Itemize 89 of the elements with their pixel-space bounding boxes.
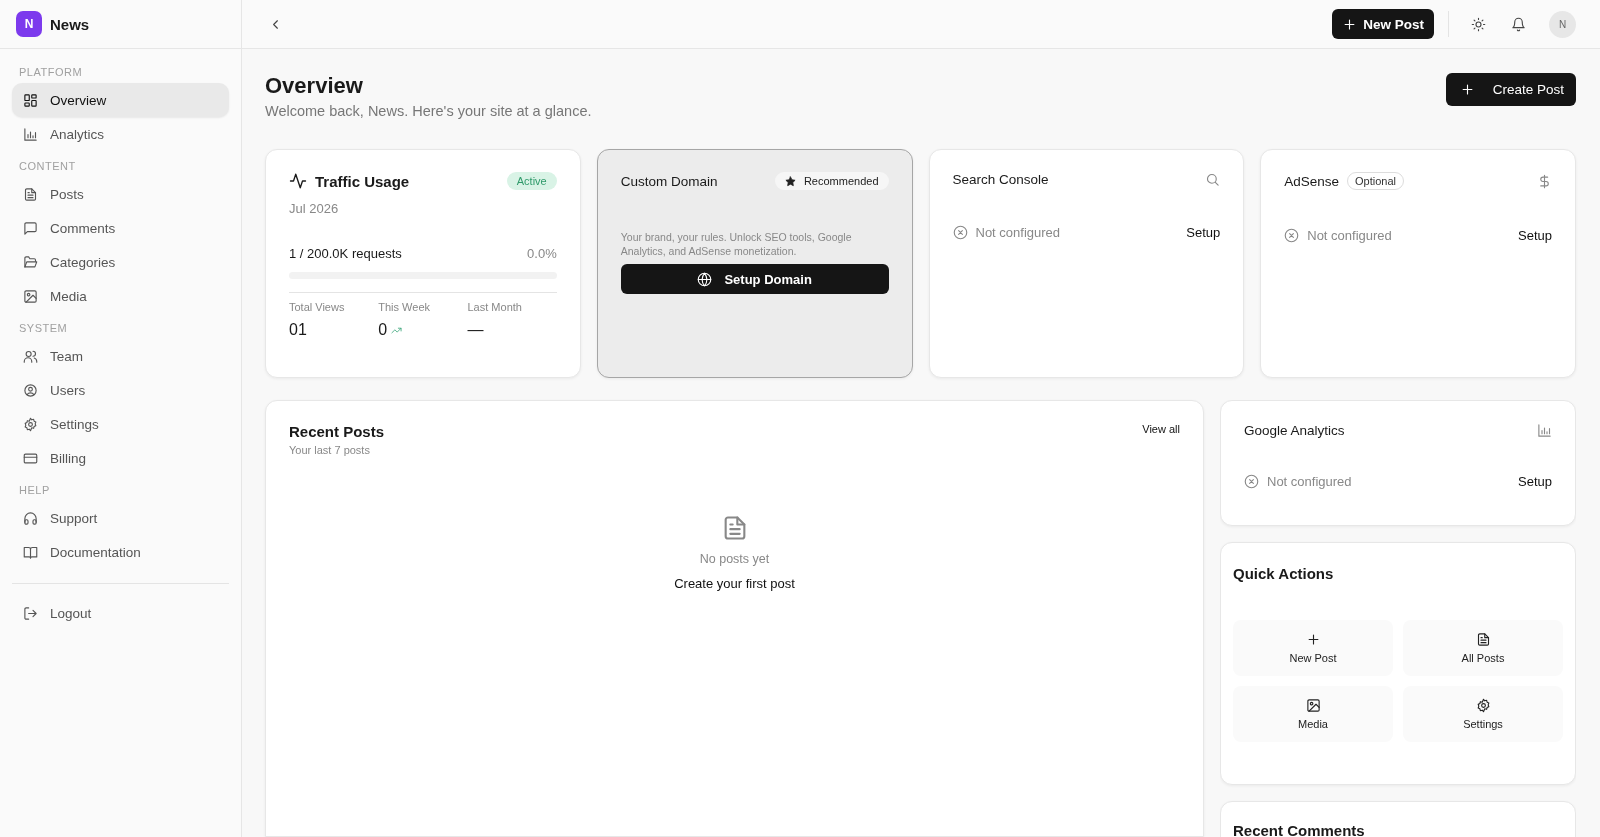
page-subtitle: Welcome back, News. Here's your site at a glance.: [265, 103, 592, 119]
section-heading: CONTENT: [18, 159, 77, 174]
status-text: Not configured: [1267, 474, 1352, 489]
sun-icon: [1470, 16, 1486, 32]
empty-message: No posts yet: [699, 552, 770, 566]
image-icon: [23, 288, 38, 304]
card-title: Google Analytics: [1244, 423, 1345, 438]
create-first-post-link[interactable]: Create your first post: [674, 576, 795, 591]
setup-button[interactable]: Setup: [1186, 225, 1221, 240]
card-title: Search Console: [952, 172, 1049, 187]
grid-icon: [23, 92, 38, 108]
chat-bubble-icon: [23, 220, 38, 236]
avatar[interactable]: N: [1549, 10, 1576, 38]
sidebar-item[interactable]: Users: [12, 373, 229, 407]
usage-percent: 0.0%: [527, 246, 557, 261]
plus-icon: [1305, 632, 1321, 647]
page-title: Overview: [265, 73, 364, 99]
x-circle-icon: [1284, 228, 1300, 243]
section-heading: SYSTEM: [18, 321, 69, 336]
quick-action-button[interactable]: Settings: [1403, 686, 1563, 742]
card-title: Custom Domain: [620, 173, 718, 189]
card-title: Recent Comments: [1233, 822, 1366, 837]
sidebar-item[interactable]: Documentation: [12, 535, 229, 569]
setup-button[interactable]: Setup: [1518, 228, 1552, 243]
stat-label: Total Views: [289, 301, 346, 313]
globe-icon: [697, 271, 713, 287]
folder-icon: [23, 254, 38, 270]
stat-value: 01: [289, 321, 307, 339]
brand-name: News: [50, 15, 90, 33]
sidebar-item[interactable]: Overview: [12, 83, 229, 117]
image-icon: [1305, 698, 1321, 713]
quick-action-button[interactable]: New Post: [1233, 620, 1393, 676]
sidebar-item[interactable]: Support: [12, 501, 229, 535]
sidebar-item[interactable]: Team: [12, 339, 229, 373]
card-title: Recent Posts: [289, 423, 385, 440]
card-subtitle: Your last 7 posts: [289, 444, 371, 456]
section-heading: PLATFORM: [18, 65, 84, 80]
settings-icon: [1475, 698, 1491, 713]
create-post-button[interactable]: Create Post: [1445, 73, 1576, 106]
stat-value: 0: [378, 321, 388, 339]
sidebar-item[interactable]: Billing: [12, 441, 229, 475]
usage-text: 1 / 200.0K requests: [289, 246, 402, 261]
logout-icon: [23, 605, 38, 621]
document-icon: [1475, 632, 1491, 647]
sidebar-item[interactable]: Comments: [12, 211, 229, 245]
pulse-icon: [289, 172, 307, 190]
stat-label: Last Month: [467, 301, 523, 313]
credit-card-icon: [23, 450, 38, 466]
dollar-icon: [1537, 173, 1552, 189]
search-icon: [1205, 172, 1221, 187]
recommended-badge: Recommended: [774, 172, 889, 190]
bar-chart-icon: [1537, 423, 1552, 438]
stat-value: —: [467, 321, 484, 339]
status-badge: Active: [506, 172, 557, 190]
plus-icon: [1342, 16, 1358, 32]
headphones-icon: [23, 510, 38, 526]
plus-icon: [1459, 82, 1475, 97]
bell-icon: [1510, 16, 1526, 32]
setup-domain-button[interactable]: Setup Domain: [620, 264, 889, 295]
sidebar-item[interactable]: Media: [12, 279, 229, 313]
card-description: Your brand, your rules. Unlock SEO tools, Google Analytics, and AdSense monetization.: [620, 230, 853, 259]
sidebar-item[interactable]: Settings: [12, 407, 229, 441]
period-label: Jul 2026: [289, 201, 340, 216]
setup-button[interactable]: Setup: [1518, 474, 1552, 489]
star-icon: [784, 175, 796, 187]
card-title: Quick Actions: [1233, 565, 1335, 582]
new-post-button[interactable]: New Post: [1332, 9, 1434, 39]
stat-label: This Week: [378, 301, 431, 313]
sidebar-item[interactable]: Categories: [12, 245, 229, 279]
document-icon: [23, 186, 38, 202]
book-icon: [23, 544, 38, 560]
logo: N: [16, 11, 42, 37]
people-icon: [23, 348, 38, 364]
sidebar-item[interactable]: Posts: [12, 177, 229, 211]
section-heading: HELP: [18, 483, 51, 498]
x-circle-icon: [1244, 474, 1259, 489]
card-title: Traffic Usage: [315, 172, 410, 190]
quick-action-button[interactable]: All Posts: [1403, 620, 1563, 676]
quick-action-button[interactable]: Media: [1233, 686, 1393, 742]
x-circle-icon: [952, 225, 968, 240]
card-title: AdSense: [1284, 173, 1340, 189]
logout-link[interactable]: Logout: [12, 596, 229, 630]
bar-chart-icon: [23, 126, 38, 142]
sidebar-item[interactable]: Analytics: [12, 117, 229, 151]
status-text: Not configured: [975, 225, 1061, 240]
user-circle-icon: [23, 382, 38, 398]
view-all-link[interactable]: View all: [1142, 423, 1180, 435]
status-text: Not configured: [1307, 228, 1392, 243]
settings-icon: [23, 416, 38, 432]
